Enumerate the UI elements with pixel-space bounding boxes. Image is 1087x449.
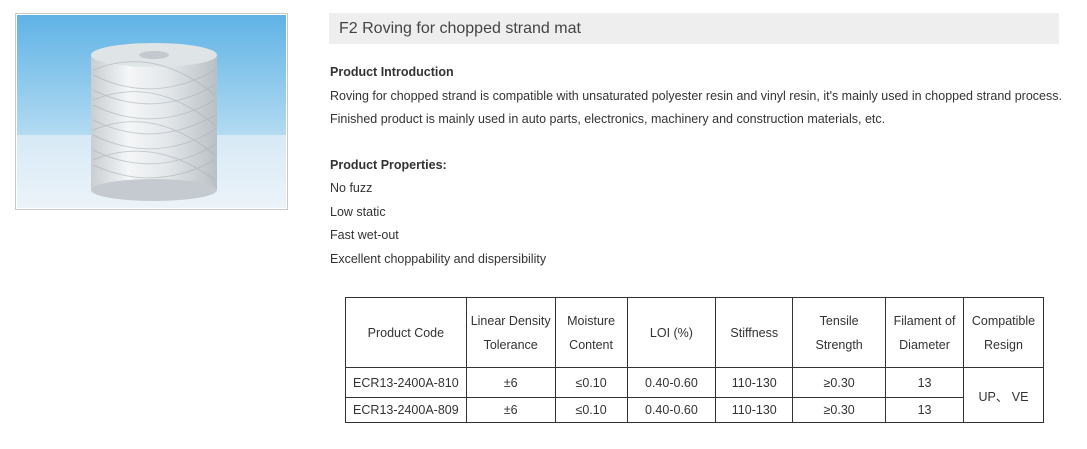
cell-tensile-strength: ≥0.30 bbox=[792, 367, 887, 398]
cell-filament-diameter: 13 bbox=[885, 397, 964, 423]
introduction-text: Roving for chopped strand is compatible … bbox=[330, 88, 1062, 127]
header-compatible-resin: Compatible Resign bbox=[962, 297, 1045, 368]
cell-moisture-content: ≤0.10 bbox=[554, 397, 628, 423]
header-tensile-strength: Tensile Strength bbox=[792, 297, 887, 368]
cell-linear-density: ±6 bbox=[465, 397, 556, 423]
spec-table: Product Code Linear Density Tolerance Mo… bbox=[345, 297, 1045, 423]
property-item: Excellent choppability and dispersibilit… bbox=[330, 251, 547, 266]
header-filament-diameter: Filament of Diameter bbox=[885, 297, 964, 368]
cell-stiffness: 110-130 bbox=[715, 397, 794, 423]
product-image bbox=[15, 13, 288, 210]
table-header-row: Product Code Linear Density Tolerance Mo… bbox=[345, 297, 1045, 368]
properties-heading: Product Properties: bbox=[330, 157, 447, 172]
roving-spool-image bbox=[17, 15, 286, 208]
cell-stiffness: 110-130 bbox=[715, 367, 794, 398]
header-linear-density: Linear Density Tolerance bbox=[465, 297, 556, 368]
property-item: Fast wet-out bbox=[330, 228, 399, 242]
product-description: Product Introduction Roving for chopped … bbox=[330, 61, 1070, 271]
property-item: Low static bbox=[330, 204, 386, 219]
cell-linear-density: ±6 bbox=[465, 367, 556, 398]
cell-compatible-resin: UP、 VE bbox=[962, 367, 1045, 423]
cell-product-code: ECR13-2400A-810 bbox=[345, 367, 467, 398]
product-title: F2 Roving for chopped strand mat bbox=[339, 20, 581, 37]
cell-product-code: ECR13-2400A-809 bbox=[345, 397, 467, 423]
header-stiffness: Stiffness bbox=[715, 297, 794, 368]
table-row: ECR13-2400A-809 ±6 ≤0.10 0.40-0.60 110-1… bbox=[345, 397, 1044, 423]
cell-loi: 0.40-0.60 bbox=[626, 397, 717, 423]
cell-moisture-content: ≤0.10 bbox=[554, 367, 628, 398]
cell-filament-diameter: 13 bbox=[885, 367, 964, 398]
cell-tensile-strength: ≥0.30 bbox=[792, 397, 887, 423]
header-loi: LOI (%) bbox=[626, 297, 717, 368]
product-title-bar: F2 Roving for chopped strand mat bbox=[329, 13, 1059, 44]
header-product-code: Product Code bbox=[345, 297, 467, 368]
introduction-heading: Product Introduction bbox=[330, 65, 454, 79]
table-row: ECR13-2400A-810 ±6 ≤0.10 0.40-0.60 110-1… bbox=[345, 367, 1045, 423]
header-moisture-content: Moisture Content bbox=[554, 297, 628, 368]
property-item: No fuzz bbox=[330, 181, 373, 195]
cell-loi: 0.40-0.60 bbox=[626, 367, 717, 398]
